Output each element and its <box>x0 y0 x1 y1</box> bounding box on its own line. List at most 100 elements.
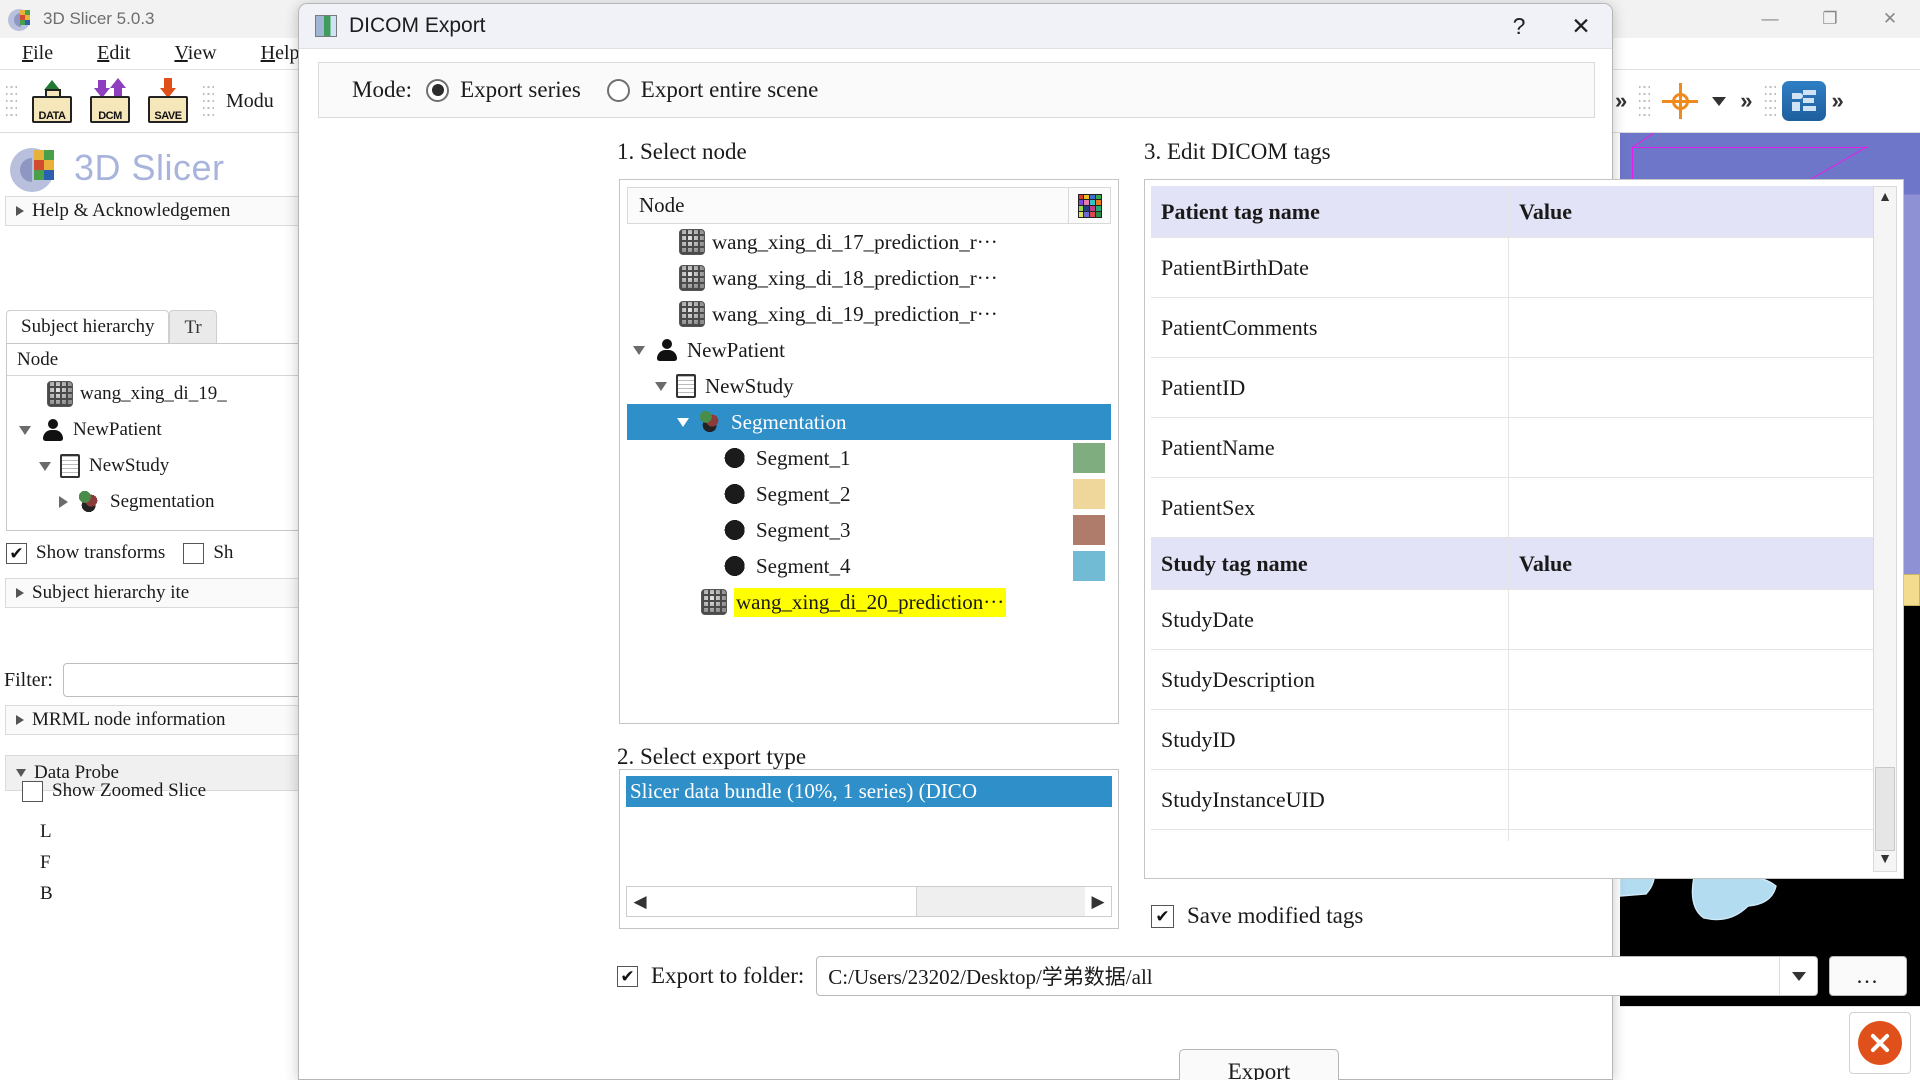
export-type-item[interactable]: Slicer data bundle (10%, 1 series) (DICO <box>626 776 1112 807</box>
chevron-down-icon[interactable] <box>633 345 645 355</box>
toolbar-overflow-chevron-icon-2[interactable]: » <box>1740 88 1752 114</box>
segment-color-swatch[interactable] <box>1073 515 1105 545</box>
node-tree-row[interactable]: wang_xing_di_20_prediction··· <box>627 584 1111 620</box>
tag-table-row[interactable]: PatientComments <box>1151 298 1897 358</box>
chevron-down-icon[interactable] <box>1779 957 1817 995</box>
error-close-icon[interactable] <box>1849 1012 1911 1074</box>
export-folder-path[interactable]: C:/Users/23202/Desktop/学弟数据/all <box>817 961 1152 991</box>
crosshair-icon[interactable] <box>1660 81 1700 121</box>
dcm-button[interactable]: DCM <box>84 76 136 126</box>
chevron-down-icon[interactable] <box>655 381 667 391</box>
segment-color-swatch[interactable] <box>1073 479 1105 509</box>
tab-subject-hierarchy[interactable]: Subject hierarchy <box>6 310 170 344</box>
radio-export-series-label[interactable]: Export series <box>460 77 581 103</box>
chevron-down-icon[interactable] <box>39 461 51 471</box>
tag-value-cell[interactable] <box>1509 770 1897 829</box>
chevron-down-icon[interactable] <box>677 417 689 427</box>
tag-value-cell[interactable] <box>1509 830 1897 841</box>
toolbar-overflow-chevron-icon-3[interactable]: » <box>1832 88 1844 114</box>
scroll-down-icon[interactable]: ▼ <box>1874 849 1896 871</box>
radio-export-entire-scene[interactable] <box>606 78 630 102</box>
export-button[interactable]: Export <box>1179 1049 1339 1080</box>
tags-vertical-scrollbar[interactable]: ▲ ▼ <box>1873 186 1897 872</box>
show-zoomed-slice-checkbox[interactable] <box>22 780 43 802</box>
tag-table-row[interactable]: PatientID <box>1151 358 1897 418</box>
node-column-header[interactable]: Node <box>627 187 1069 224</box>
filter-input[interactable] <box>62 663 326 697</box>
color-table-icon[interactable] <box>1069 187 1111 224</box>
node-tree-row[interactable]: Segment_3 <box>627 512 1111 548</box>
node-tree-row[interactable]: Segment_1 <box>627 440 1111 476</box>
node-tree-row[interactable]: wang_xing_di_18_prediction_r··· <box>627 260 1111 296</box>
node-tree-row[interactable]: NewPatient <box>627 332 1111 368</box>
toolbar-grip-icon-2[interactable] <box>203 84 214 118</box>
node-tree-row[interactable]: NewStudy <box>627 368 1111 404</box>
tag-table-row[interactable]: StudyDate <box>1151 590 1897 650</box>
export-to-folder-checkbox[interactable] <box>617 965 638 987</box>
extension-manager-icon[interactable] <box>1781 81 1826 121</box>
export-type-hscrollbar[interactable]: ◀ ▶ <box>626 886 1112 917</box>
save-button[interactable]: SAVE <box>142 76 194 126</box>
chevron-right-icon[interactable] <box>59 496 68 508</box>
menu-edit[interactable]: Edit <box>75 42 152 65</box>
tag-table-row[interactable]: StudyID <box>1151 710 1897 770</box>
scroll-thumb[interactable] <box>1875 767 1895 851</box>
node-tree-list[interactable]: wang_xing_di_17_prediction_r··· wang_xing… <box>627 224 1111 716</box>
list-item[interactable]: NewPatient <box>7 412 325 448</box>
chevron-down-icon[interactable] <box>19 425 31 435</box>
scroll-up-icon[interactable]: ▲ <box>1874 187 1896 209</box>
node-tree-row[interactable]: wang_xing_di_17_prediction_r··· <box>627 224 1111 260</box>
dicom-tags-table[interactable]: Patient tag name Value PatientBirthDate Pat… <box>1151 186 1897 841</box>
segment-color-swatch[interactable] <box>1073 551 1105 581</box>
scroll-track[interactable] <box>653 887 1085 916</box>
subject-hierarchy-item-section[interactable]: Subject hierarchy ite <box>5 578 325 608</box>
list-item[interactable]: Segmentation <box>7 484 325 520</box>
show-transforms-checkbox[interactable] <box>6 542 27 564</box>
chevron-down-icon[interactable] <box>1712 96 1727 106</box>
close-icon[interactable]: ✕ <box>1860 0 1920 38</box>
tag-table-row[interactable]: PatientSex <box>1151 478 1897 538</box>
list-item[interactable]: wang_xing_di_19_ <box>7 376 325 412</box>
left-subject-hierarchy-tree[interactable]: Node wang_xing_di_19_ NewPatient NewStud… <box>6 343 326 531</box>
tag-table-row[interactable]: StudyInstanceUID <box>1151 770 1897 830</box>
node-tree-row[interactable]: Segment_2 <box>627 476 1111 512</box>
show-partial-checkbox[interactable] <box>183 542 205 564</box>
help-acknowledgement-section[interactable]: Help & Acknowledgemen <box>5 196 325 226</box>
export-folder-combobox[interactable]: C:/Users/23202/Desktop/学弟数据/all <box>816 956 1818 996</box>
segment-color-swatch[interactable] <box>1073 443 1105 473</box>
node-tree-row[interactable]: wang_xing_di_19_prediction_r··· <box>627 296 1111 332</box>
radio-export-series[interactable] <box>426 78 450 102</box>
menu-view[interactable]: View <box>152 42 238 65</box>
toolbar-overflow-chevron-icon[interactable]: » <box>1615 88 1627 114</box>
tag-value-cell[interactable] <box>1509 238 1897 297</box>
node-tree-row[interactable]: Segment_4 <box>627 548 1111 584</box>
save-modified-tags-checkbox[interactable] <box>1151 904 1174 928</box>
tag-value-cell[interactable] <box>1509 358 1897 417</box>
tag-table-row[interactable]: StudyTime <box>1151 830 1897 841</box>
toolbar-grip-icon-3[interactable] <box>1639 84 1651 118</box>
tag-value-cell[interactable] <box>1509 478 1897 537</box>
tag-table-row[interactable]: PatientName <box>1151 418 1897 478</box>
menu-file[interactable]: File <box>0 42 75 65</box>
tag-value-cell[interactable] <box>1509 418 1897 477</box>
toolbar-grip-icon-4[interactable] <box>1764 84 1776 118</box>
tab-transforms[interactable]: Tr <box>169 310 217 344</box>
list-item[interactable]: NewStudy <box>7 448 325 484</box>
tag-value-cell[interactable] <box>1509 710 1897 769</box>
toolbar-grip-icon[interactable] <box>6 84 17 118</box>
scroll-left-icon[interactable]: ◀ <box>627 887 653 916</box>
browse-folder-button[interactable]: ... <box>1829 956 1907 996</box>
load-data-button[interactable]: DATA <box>26 76 78 126</box>
mrml-node-information-section[interactable]: MRML node information <box>5 705 325 735</box>
export-type-list[interactable]: Slicer data bundle (10%, 1 series) (DICO <box>626 776 1112 886</box>
node-tree-row[interactable]: Segmentation <box>627 404 1111 440</box>
dialog-close-button[interactable]: ✕ <box>1550 4 1612 48</box>
tag-table-row[interactable]: PatientBirthDate <box>1151 238 1897 298</box>
tag-value-cell[interactable] <box>1509 590 1897 649</box>
maximize-icon[interactable]: ❐ <box>1800 0 1860 38</box>
scroll-thumb[interactable] <box>653 887 917 916</box>
radio-export-entire-scene-label[interactable]: Export entire scene <box>641 77 819 103</box>
minimize-icon[interactable]: — <box>1740 0 1800 38</box>
help-button[interactable]: ? <box>1488 4 1550 48</box>
tag-value-cell[interactable] <box>1509 298 1897 357</box>
